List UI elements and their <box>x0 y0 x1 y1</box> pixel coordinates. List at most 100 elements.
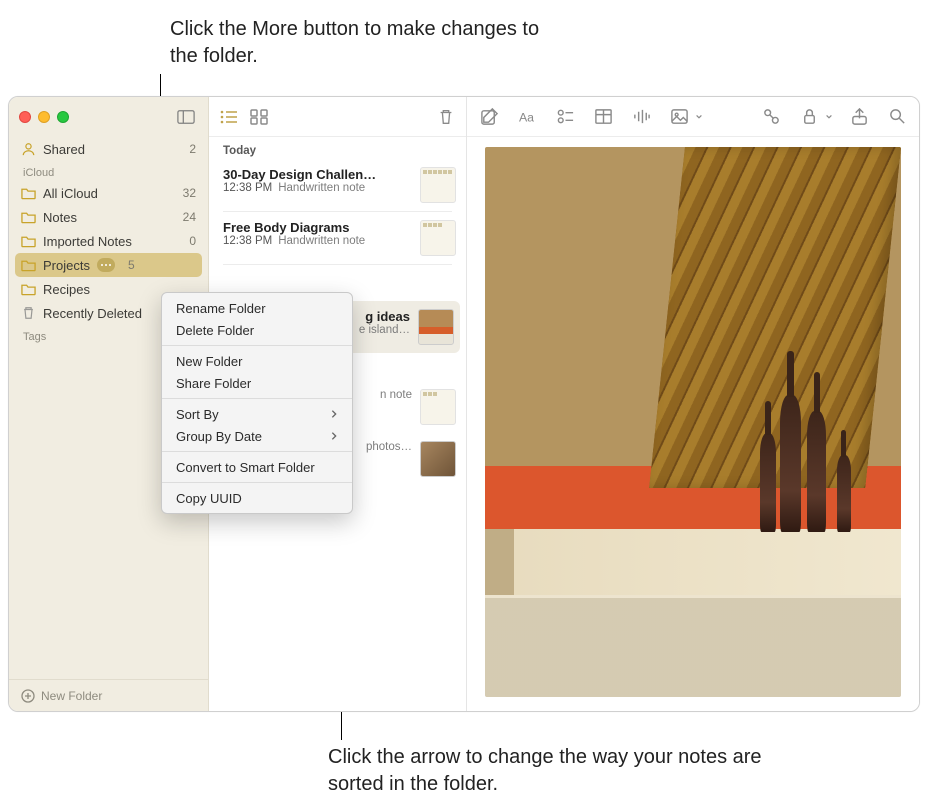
callout-top: Click the More button to make changes to… <box>170 16 570 70</box>
list-header-today: Today <box>209 137 466 159</box>
menu-new-folder[interactable]: New Folder <box>162 350 352 372</box>
note-preview: Handwritten note <box>278 235 365 247</box>
more-button[interactable] <box>97 258 115 272</box>
note-preview: n note <box>380 389 412 401</box>
note-preview: e island… <box>359 324 410 336</box>
sidebar-item-count: 32 <box>183 186 196 200</box>
sidebar-icon <box>177 109 195 125</box>
minimize-button[interactable] <box>38 111 50 123</box>
audio-button[interactable] <box>629 105 653 129</box>
person-icon <box>21 142 36 156</box>
lock-icon <box>800 107 819 126</box>
folder-icon <box>21 282 36 296</box>
menu-separator <box>162 482 352 483</box>
maximize-button[interactable] <box>57 111 69 123</box>
table-icon <box>594 107 613 126</box>
menu-delete-folder[interactable]: Delete Folder <box>162 319 352 341</box>
sidebar-item-label: Shared <box>43 142 85 157</box>
trash-icon <box>21 306 36 320</box>
menu-copy-uuid[interactable]: Copy UUID <box>162 487 352 509</box>
sidebar-item-shared[interactable]: Shared 2 <box>9 137 208 161</box>
grid-icon <box>249 108 269 126</box>
link-icon <box>762 107 781 126</box>
media-button[interactable] <box>667 105 691 129</box>
note-preview: Handwritten note <box>278 182 365 194</box>
trash-icon <box>436 108 456 126</box>
sidebar-item-label: Recipes <box>43 282 90 297</box>
sidebar-item-count: 24 <box>183 210 196 224</box>
divider <box>223 264 452 265</box>
folder-icon <box>21 210 36 224</box>
close-button[interactable] <box>19 111 31 123</box>
share-button[interactable] <box>847 105 871 129</box>
compose-button[interactable] <box>477 105 501 129</box>
sidebar-item-imported[interactable]: Imported Notes 0 <box>9 229 208 253</box>
waveform-icon <box>632 107 651 126</box>
note-image <box>485 147 901 697</box>
compose-icon <box>480 107 499 126</box>
photo-icon <box>670 107 689 126</box>
sidebar-item-projects[interactable]: Projects 5 <box>15 253 202 277</box>
chevron-down-icon <box>695 113 703 121</box>
list-toolbar <box>209 97 466 137</box>
checklist-icon <box>556 107 575 126</box>
menu-separator <box>162 398 352 399</box>
sidebar-item-label: All iCloud <box>43 186 98 201</box>
menu-label: Group By Date <box>176 429 262 444</box>
note-thumbnail <box>418 309 454 345</box>
editor-toolbar: Aa <box>467 97 919 137</box>
checklist-button[interactable] <box>553 105 577 129</box>
search-button[interactable] <box>885 105 909 129</box>
chevron-down-icon <box>825 113 833 121</box>
editor-content[interactable] <box>467 137 919 711</box>
new-folder-button[interactable]: New Folder <box>9 679 208 711</box>
window-controls <box>19 111 69 123</box>
folder-icon <box>21 186 36 200</box>
note-title: 30-Day Design Challen… <box>223 167 412 182</box>
note-row[interactable]: Free Body Diagrams 12:38 PM Handwritten n… <box>209 212 466 264</box>
note-time: 12:38 PM <box>223 235 272 247</box>
list-icon <box>219 108 239 126</box>
notes-window: Shared 2 iCloud All iCloud 32 Notes 24 I… <box>8 96 920 712</box>
note-thumbnail <box>420 389 456 425</box>
delete-note-button[interactable] <box>434 105 458 129</box>
new-folder-label: New Folder <box>41 689 102 703</box>
menu-separator <box>162 345 352 346</box>
lock-button[interactable] <box>797 105 821 129</box>
search-icon <box>888 107 907 126</box>
grid-view-button[interactable] <box>247 105 271 129</box>
menu-convert-smart-folder[interactable]: Convert to Smart Folder <box>162 456 352 478</box>
folder-icon <box>21 234 36 248</box>
sidebar-item-notes[interactable]: Notes 24 <box>9 205 208 229</box>
folder-icon <box>21 258 36 272</box>
sidebar-item-label: Imported Notes <box>43 234 132 249</box>
note-thumbnail <box>420 441 456 477</box>
sidebar-item-count: 5 <box>128 258 135 272</box>
list-view-button[interactable] <box>217 105 241 129</box>
chevron-right-icon <box>330 429 338 444</box>
table-button[interactable] <box>591 105 615 129</box>
sidebar-item-label: Notes <box>43 210 77 225</box>
note-time: 12:38 PM <box>223 182 272 194</box>
note-preview: photos… <box>366 441 412 453</box>
format-button[interactable]: Aa <box>515 105 539 129</box>
menu-rename-folder[interactable]: Rename Folder <box>162 297 352 319</box>
editor: Aa <box>467 97 919 711</box>
link-button[interactable] <box>759 105 783 129</box>
note-row[interactable]: 30-Day Design Challen… 12:38 PM Handwritt… <box>209 159 466 211</box>
sidebar-titlebar <box>9 97 208 137</box>
sidebar-item-all-icloud[interactable]: All iCloud 32 <box>9 181 208 205</box>
sidebar-item-count: 0 <box>189 234 196 248</box>
menu-sort-by[interactable]: Sort By <box>162 403 352 425</box>
menu-label: Sort By <box>176 407 219 422</box>
chevron-right-icon <box>330 407 338 422</box>
sidebar-section-icloud: iCloud <box>9 161 208 181</box>
toggle-sidebar-button[interactable] <box>174 105 198 129</box>
plus-circle-icon <box>21 689 35 703</box>
menu-share-folder[interactable]: Share Folder <box>162 372 352 394</box>
sidebar-item-label: Recently Deleted <box>43 306 142 321</box>
menu-group-by-date[interactable]: Group By Date <box>162 425 352 447</box>
note-title: Free Body Diagrams <box>223 220 412 235</box>
menu-separator <box>162 451 352 452</box>
aa-icon: Aa <box>518 107 537 126</box>
